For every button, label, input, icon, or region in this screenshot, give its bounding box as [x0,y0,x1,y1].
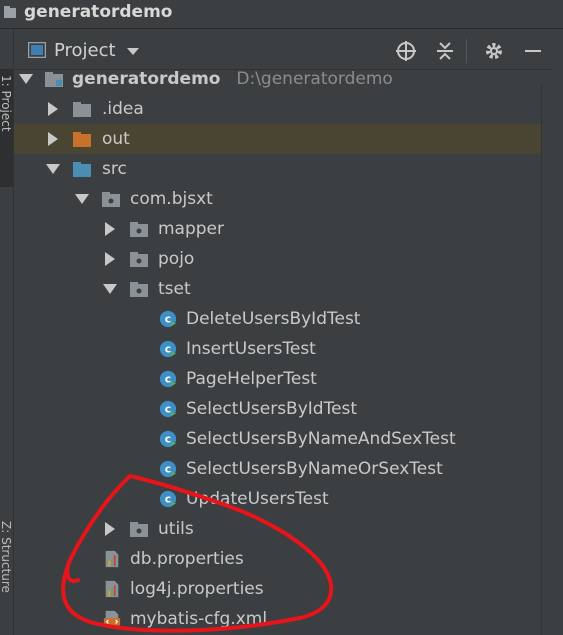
source-folder-icon [73,162,91,177]
expanded-arrow-icon[interactable] [75,194,89,204]
tree-node-class[interactable]: c SelectUsersByNameOrSexTest [14,454,544,484]
tree-node-label: db.properties [130,549,244,569]
tree-node-out[interactable]: out [14,124,544,154]
project-view-icon [28,42,46,58]
tree-node-class[interactable]: c SelectUsersByNameAndSexTest [14,424,544,454]
package-icon [130,222,148,237]
tree-node-file[interactable]: db.properties [14,544,544,574]
tree-node-class[interactable]: c DeleteUsersByIdTest [14,304,544,334]
properties-file-icon [105,550,119,568]
test-class-icon: c [159,310,177,328]
svg-text:c: c [165,403,171,416]
test-class-icon: c [159,400,177,418]
tree-node-label: DeleteUsersByIdTest [186,309,361,329]
tree-node-tset[interactable]: tset [14,274,544,304]
tree-node-label: InsertUsersTest [186,339,316,359]
expanded-arrow-icon[interactable] [19,74,33,84]
package-icon [130,252,148,267]
collapsed-arrow-icon[interactable] [105,222,115,236]
package-icon [130,282,148,297]
tree-node-label: SelectUsersByNameOrSexTest [186,459,443,479]
package-icon [130,522,148,537]
editor-edge [552,29,563,635]
tree-node-class[interactable]: c InsertUsersTest [14,334,544,364]
tree-node-mapper[interactable]: mapper [14,214,544,244]
tree-node-src[interactable]: src [14,154,544,184]
project-folder-icon [4,6,16,18]
tree-node-utils[interactable]: utils [14,514,544,544]
tree-node-file[interactable]: mybatis-cfg.xml [14,604,544,634]
package-icon [102,192,120,207]
svg-text:c: c [165,343,171,356]
tree-node-label: log4j.properties [130,579,264,599]
tree-node-label: utils [158,519,194,539]
project-tree: generatordemo D:\generatordemo .idea out… [14,69,544,635]
gear-icon[interactable] [483,40,505,62]
locate-icon[interactable] [395,40,417,62]
collapsed-arrow-icon[interactable] [48,102,58,116]
tree-node-class[interactable]: c UpdateUsersTest [14,484,544,514]
tree-node-pojo[interactable]: pojo [14,244,544,274]
test-class-icon: c [159,490,177,508]
test-class-icon: c [159,370,177,388]
xml-file-icon [103,610,121,628]
svg-text:c: c [165,433,171,446]
root-project-path: D:\generatordemo [236,69,393,89]
tree-node-label: com.bjsxt [130,189,213,209]
project-tool-tab[interactable]: 1: Project [0,69,13,187]
minimize-icon[interactable] [522,40,544,62]
tree-node-label: pojo [158,249,195,269]
svg-text:c: c [165,313,171,326]
tree-node-label: .idea [102,99,144,119]
expanded-arrow-icon[interactable] [103,284,117,294]
left-tool-strip: 1: Project Z: Structure [0,29,14,635]
expanded-arrow-icon[interactable] [46,164,60,174]
tree-node-label: mapper [158,219,225,239]
svg-text:c: c [165,493,171,506]
root-project-name: generatordemo [72,69,221,89]
title-bar: generatordemo [0,0,563,29]
tree-node-label: mybatis-cfg.xml [130,609,268,629]
tree-node-class[interactable]: c SelectUsersByIdTest [14,394,544,424]
tree-node-idea[interactable]: .idea [14,94,544,124]
tree-node-class[interactable]: c PageHelperTest [14,364,544,394]
chevron-down-icon[interactable] [127,48,139,55]
window-title: generatordemo [24,2,173,22]
structure-tool-tab[interactable]: Z: Structure [0,517,13,635]
structure-tool-tab-label: Z: Structure [0,521,13,593]
svg-text:c: c [165,373,171,386]
svg-text:c: c [165,463,171,476]
collapsed-arrow-icon[interactable] [48,132,58,146]
module-folder-icon [45,72,63,87]
tree-node-label: tset [158,279,191,299]
toolbar-divider [466,39,467,63]
properties-file-icon [105,580,119,598]
tree-node-file[interactable]: log4j.properties [14,574,544,604]
test-class-icon: c [159,430,177,448]
project-tool-tab-label: 1: Project [0,75,13,132]
tree-node-label: UpdateUsersTest [186,489,329,509]
folder-icon [73,102,91,117]
tree-node-label: src [102,159,127,179]
collapse-all-icon[interactable] [434,40,456,62]
tree-node-label: SelectUsersByIdTest [186,399,358,419]
tree-node-label: out [102,129,130,149]
tree-node-label: SelectUsersByNameAndSexTest [186,429,456,449]
tree-node-root[interactable]: generatordemo D:\generatordemo [14,64,544,94]
collapsed-arrow-icon[interactable] [105,252,115,266]
collapsed-arrow-icon[interactable] [105,522,115,536]
tree-node-package[interactable]: com.bjsxt [14,184,544,214]
tree-node-label: PageHelperTest [186,369,317,389]
output-folder-icon [73,132,91,147]
test-class-icon: c [159,460,177,478]
test-class-icon: c [159,340,177,358]
